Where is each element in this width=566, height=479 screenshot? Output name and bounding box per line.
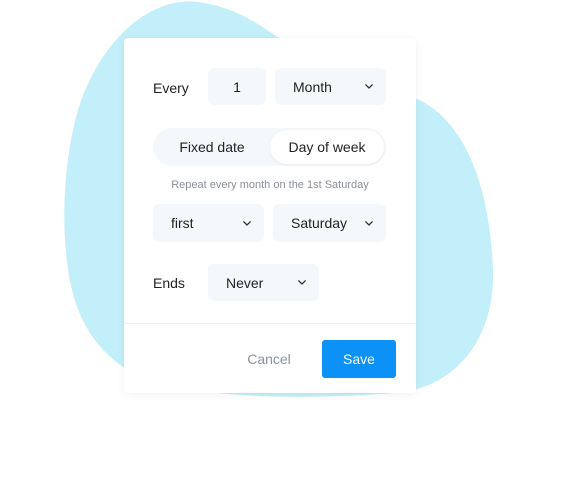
- footer-divider: [124, 323, 416, 324]
- weekday-dropdown[interactable]: Saturday: [273, 204, 386, 242]
- weekday-selected: Saturday: [291, 215, 348, 231]
- save-button[interactable]: Save: [322, 340, 396, 378]
- unit-dropdown[interactable]: Month: [275, 68, 386, 105]
- ordinal-dropdown[interactable]: first: [153, 204, 264, 242]
- ends-selected: Never: [226, 274, 264, 291]
- chevron-down-icon: [364, 218, 374, 228]
- mode-segmented-control: Fixed date Day of week: [153, 128, 386, 166]
- tab-day-of-week-label: Day of week: [288, 139, 366, 155]
- save-button-label: Save: [343, 351, 375, 367]
- ordinal-selected: first: [171, 215, 194, 231]
- chevron-down-icon: [297, 278, 307, 288]
- tab-fixed-date-label: Fixed date: [179, 139, 245, 155]
- recurrence-summary: Repeat every month on the 1st Saturday: [171, 179, 369, 191]
- chevron-down-icon: [242, 218, 252, 228]
- ends-dropdown[interactable]: Never: [208, 264, 319, 301]
- unit-selected: Month: [293, 78, 332, 95]
- ends-label: Ends: [153, 275, 185, 291]
- stage: Every 1 Month Fixed date Day of week Rep…: [0, 0, 566, 479]
- chevron-down-icon: [364, 82, 374, 92]
- tab-fixed-date[interactable]: Fixed date: [155, 130, 269, 164]
- interval-input[interactable]: 1: [208, 68, 266, 105]
- interval-value: 1: [233, 78, 241, 95]
- cancel-button[interactable]: Cancel: [234, 340, 304, 378]
- cancel-button-label: Cancel: [247, 351, 291, 367]
- tab-day-of-week[interactable]: Day of week: [270, 130, 384, 164]
- every-label: Every: [153, 80, 189, 96]
- recurrence-dialog: Every 1 Month Fixed date Day of week Rep…: [124, 38, 416, 393]
